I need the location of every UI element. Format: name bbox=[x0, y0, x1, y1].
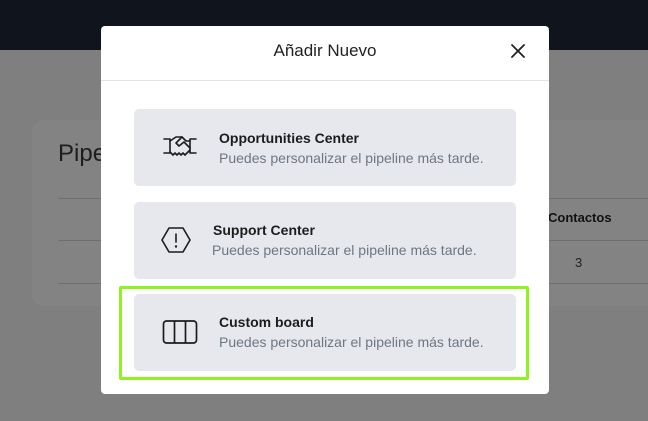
option-title: Support Center bbox=[213, 222, 315, 238]
option-description: Puedes personalizar el pipeline más tard… bbox=[219, 334, 484, 350]
column-header-contacts: Contactos bbox=[548, 210, 612, 225]
option-custom-board[interactable]: Custom board Puedes personalizar el pipe… bbox=[134, 294, 516, 371]
close-icon[interactable] bbox=[507, 40, 529, 62]
page-title: Pipe bbox=[58, 140, 107, 167]
option-description: Puedes personalizar el pipeline más tard… bbox=[212, 242, 477, 258]
option-opportunities-center[interactable]: Opportunities Center Puedes personalizar… bbox=[134, 109, 516, 186]
add-new-modal: Añadir Nuevo Opportunities Center Puedes… bbox=[101, 26, 549, 394]
close-button[interactable] bbox=[507, 40, 529, 62]
option-title: Custom board bbox=[219, 314, 314, 330]
table-cell-contacts: 3 bbox=[575, 255, 583, 270]
option-support-center[interactable]: Support Center Puedes personalizar el pi… bbox=[134, 202, 516, 279]
option-description: Puedes personalizar el pipeline más tard… bbox=[219, 150, 484, 166]
option-title: Opportunities Center bbox=[219, 130, 360, 146]
alert-hexagon-icon bbox=[161, 226, 191, 259]
modal-header: Añadir Nuevo bbox=[101, 26, 549, 81]
columns-icon bbox=[162, 319, 198, 350]
modal-title: Añadir Nuevo bbox=[273, 41, 377, 60]
handshake-icon bbox=[162, 133, 198, 166]
